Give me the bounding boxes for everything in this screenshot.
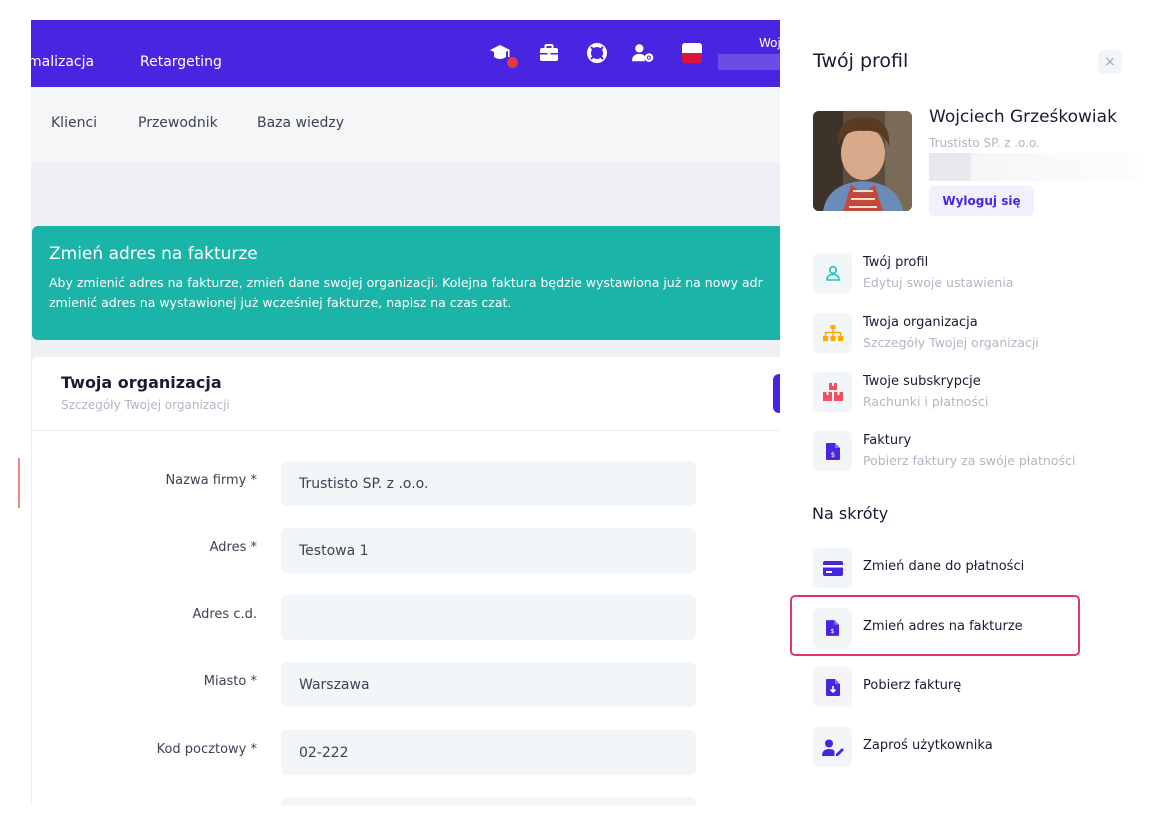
sub-navbar: Klienci Przewodnik Baza wiedzy (31, 87, 780, 162)
field-label: Adres * (209, 540, 257, 555)
edge-artifact (18, 458, 20, 508)
menu-item-title: Twoje subskrypcje (863, 374, 981, 389)
shortcut-label: Pobierz fakturę (863, 678, 962, 693)
form-row-company-name: Nazwa firmy * (32, 461, 780, 506)
menu-item-subtitle: Rachunki i płatności (863, 394, 989, 409)
menu-item-profile[interactable]: Twój profil Edytuj swoje ustawienia (813, 253, 1113, 297)
field-label: Adres c.d. (192, 607, 257, 622)
app-background: malizacja Retargeting Woj Klienci Przewo… (31, 20, 780, 805)
nav-item-retargeting[interactable]: Retargeting (140, 54, 222, 70)
card-title: Twoja organizacja (61, 373, 222, 392)
organization-card: Twoja organizacja Szczegóły Twojej organ… (32, 357, 780, 805)
menu-item-subtitle: Edytuj swoje ustawienia (863, 275, 1014, 290)
postal-code-input[interactable] (281, 730, 696, 775)
menu-item-subtitle: Szczegóły Twojej organizacji (863, 335, 1039, 350)
avatar (813, 111, 912, 211)
card-divider (32, 430, 780, 431)
user-name-partial[interactable]: Woj (759, 36, 780, 50)
shortcuts-heading: Na skróty (812, 504, 889, 523)
info-alert: Zmień adres na fakturze Aby zmienić adre… (32, 226, 780, 340)
field-label: Nazwa firmy * (165, 473, 257, 488)
field-label: Kod pocztowy * (156, 742, 257, 757)
shortcut-invite-user[interactable]: Zaproś użytkownika (813, 727, 1113, 767)
flag-pl-icon[interactable] (682, 43, 702, 63)
highlight-frame (790, 595, 1080, 656)
menu-item-title: Twoja organizacja (863, 315, 978, 330)
page: malizacja Retargeting Woj Klienci Przewo… (0, 0, 1169, 825)
city-input[interactable] (281, 662, 696, 707)
form-row-address-2: Adres c.d. (32, 595, 780, 640)
shortcut-label: Zaproś użytkownika (863, 738, 993, 753)
redacted-user-info (718, 54, 780, 70)
profile-company: Trustisto SP. z .o.o. (929, 136, 1040, 150)
menu-item-title: Faktury (863, 433, 912, 448)
company-name-input[interactable] (281, 461, 696, 506)
sitemap-icon (813, 313, 852, 353)
card-action-button[interactable] (773, 374, 780, 413)
shortcut-label: Zmień dane do płatności (863, 559, 1025, 574)
form-row-postal-code: Kod pocztowy * (32, 730, 780, 775)
shortcut-download-invoice[interactable]: Pobierz fakturę (813, 667, 1113, 707)
panel-title: Twój profil (813, 50, 909, 72)
user-settings-icon[interactable] (632, 42, 654, 64)
lifebuoy-icon[interactable] (586, 42, 608, 64)
notification-badge (507, 57, 518, 68)
field-label: Miasto * (203, 674, 257, 689)
address-2-input[interactable] (281, 595, 696, 640)
menu-item-subtitle: Pobierz faktury za swóje płatności (863, 453, 1076, 468)
svg-text:$: $ (830, 451, 834, 459)
menu-item-subscriptions[interactable]: Twoje subskrypcje Rachunki i płatności (813, 372, 1113, 416)
user-icon (813, 253, 852, 293)
credit-card-icon (813, 548, 852, 588)
close-icon[interactable]: × (1098, 50, 1122, 74)
redacted-profile-info (929, 153, 1138, 181)
alert-text-line-1: Aby zmienić adres na fakturze, zmień dan… (49, 275, 763, 290)
card-subtitle: Szczegóły Twojej organizacji (61, 398, 230, 412)
profile-panel: Twój profil × Wojciech Grześkowiak Trust… (780, 0, 1169, 825)
subnav-item-baza-wiedzy[interactable]: Baza wiedzy (257, 115, 344, 131)
user-edit-icon (813, 727, 852, 767)
subnav-item-klienci[interactable]: Klienci (51, 115, 97, 131)
form-row-address: Adres * (32, 528, 780, 573)
file-download-icon (813, 667, 852, 707)
boxes-icon (813, 372, 852, 412)
profile-name: Wojciech Grześkowiak (929, 107, 1117, 127)
invoice-icon: $ (813, 431, 852, 471)
briefcase-icon[interactable] (538, 42, 560, 64)
alert-title: Zmień adres na fakturze (49, 244, 258, 264)
top-navbar: malizacja Retargeting Woj (31, 20, 780, 87)
menu-item-organization[interactable]: Twoja organizacja Szczegóły Twojej organ… (813, 313, 1113, 357)
menu-item-invoices[interactable]: $ Faktury Pobierz faktury za swóje płatn… (813, 431, 1113, 475)
address-input[interactable] (281, 528, 696, 573)
menu-item-title: Twój profil (863, 255, 929, 270)
form-row-city: Miasto * (32, 662, 780, 707)
next-field-input[interactable] (281, 797, 696, 805)
alert-text-line-2: zmienić adres na wystawionej już wcześni… (49, 295, 512, 310)
logout-button[interactable]: Wyloguj się (929, 186, 1034, 216)
subnav-item-przewodnik[interactable]: Przewodnik (138, 115, 218, 131)
form-row-next (32, 797, 780, 805)
shortcut-payment-data[interactable]: Zmień dane do płatności (813, 548, 1113, 588)
nav-item-personalizacja[interactable]: malizacja (31, 54, 94, 70)
